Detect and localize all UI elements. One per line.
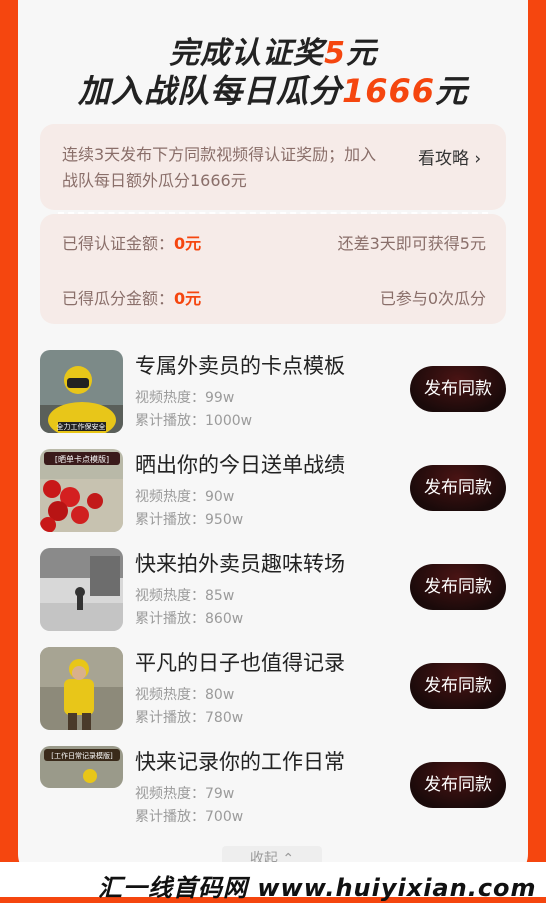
video-thumbnail[interactable] <box>40 548 123 631</box>
headline-line2: 加入战队每日瓜分1666元 <box>77 72 469 110</box>
publish-same-button[interactable]: 发布同款 <box>410 465 506 511</box>
video-thumbnail[interactable] <box>40 647 123 730</box>
video-plays: 累计播放：700w <box>135 809 244 825</box>
video-plays: 累计播放：780w <box>135 710 244 726</box>
intro-description: 连续3天发布下方同款视频得认证奖励；加入战队每日额外瓜分1666元 <box>62 145 377 190</box>
thumb-caption: 全力工作保安全 <box>57 422 106 431</box>
publish-same-button[interactable]: 发布同款 <box>410 663 506 709</box>
video-heat: 视频热度：99w <box>135 390 235 406</box>
video-plays: 累计播放：950w <box>135 512 244 528</box>
video-plays: 累计播放：1000w <box>135 413 253 429</box>
watermark-text: 汇一线首码网 www.huiyixian.com <box>98 874 537 902</box>
video-item: [工作日常记录模版] 快来记录你的工作日常 视频热度：79w 累计播放：700w… <box>40 746 510 830</box>
video-item: [晒单卡点模版] 晒出你的今日送单战绩 视频热度：90w 累计播放：950w 发… <box>40 449 510 533</box>
share-hint: 已参与0次瓜分 <box>379 289 486 308</box>
publish-same-button[interactable]: 发布同款 <box>410 366 506 412</box>
video-title: 晒出你的今日送单战绩 <box>135 453 345 477</box>
share-amount-row: 已得瓜分金额：0元 <box>62 289 202 308</box>
video-thumbnail[interactable]: [工作日常记录模版] <box>40 746 123 788</box>
video-item: 全力工作保安全 专属外卖员的卡点模板 视频热度：99w 累计播放：1000w 发… <box>40 350 510 434</box>
video-heat: 视频热度：85w <box>135 588 235 604</box>
video-heat: 视频热度：79w <box>135 786 235 802</box>
thumb-caption: [工作日常记录模版] <box>51 751 113 760</box>
publish-same-button[interactable]: 发布同款 <box>410 564 506 610</box>
dashed-divider <box>58 212 488 214</box>
video-heat: 视频热度：90w <box>135 489 235 505</box>
publish-same-button[interactable]: 发布同款 <box>410 762 506 808</box>
thumb-caption: [晒单卡点模版] <box>55 454 109 464</box>
cert-hint: 还差3天即可获得5元 <box>337 234 486 253</box>
video-thumbnail[interactable]: 全力工作保安全 <box>40 350 123 433</box>
video-title: 快来记录你的工作日常 <box>135 750 345 774</box>
video-heat: 视频热度：80w <box>135 687 235 703</box>
cert-amount-row: 已得认证金额：0元 <box>62 234 202 253</box>
video-title: 平凡的日子也值得记录 <box>135 651 345 675</box>
video-item: 平凡的日子也值得记录 视频热度：80w 累计播放：780w 发布同款 <box>40 647 510 731</box>
video-thumbnail[interactable]: [晒单卡点模版] <box>40 449 123 532</box>
video-item: 快来拍外卖员趣味转场 视频热度：85w 累计播放：860w 发布同款 <box>40 548 510 632</box>
video-plays: 累计播放：860w <box>135 611 244 627</box>
video-title: 专属外卖员的卡点模板 <box>135 354 345 378</box>
video-title: 快来拍外卖员趣味转场 <box>135 552 345 576</box>
guide-link[interactable]: 看攻略 › <box>418 144 481 169</box>
